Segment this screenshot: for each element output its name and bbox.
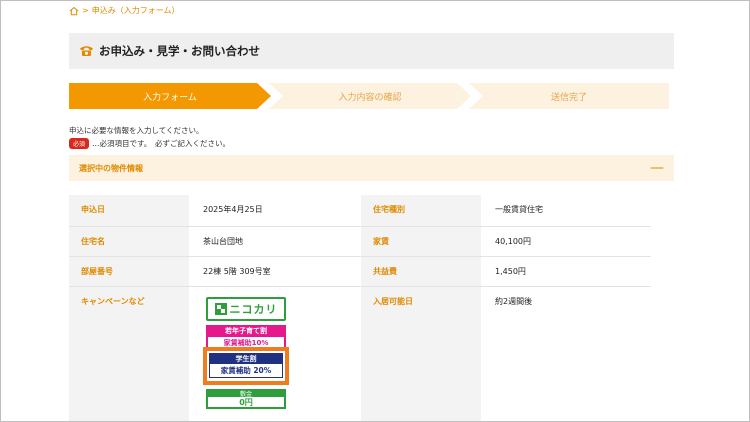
step-label: 入力フォーム — [143, 92, 197, 103]
breadcrumb: > 申込み（入力フォーム） — [69, 5, 179, 16]
step-complete: 送信完了 — [469, 83, 669, 109]
required-note-text: …必須項目です。 必ずご記入ください。 — [92, 139, 231, 148]
row-value: 40,100円 — [495, 237, 531, 246]
required-badge: 必須 — [69, 138, 90, 149]
row-label: 家賃 — [361, 227, 481, 256]
row-label: 入居可能日 — [361, 287, 481, 421]
step-input-form: 入力フォーム — [69, 83, 271, 109]
campaign-banners: ニコカリ 若年子育て割 家賃補助10% 学生割 家賃補助 20% 敷金 0円 — [203, 297, 289, 409]
nicokari-mark-icon — [214, 303, 227, 315]
deposit-banner-value: 0円 — [206, 397, 286, 409]
nicokari-logo: ニコカリ — [206, 297, 286, 321]
table-row: キャンペーンなど 入居可能日 約2週間後 ニコカリ 若年子育て割 家賃補助10%… — [69, 287, 651, 421]
row-value: 1,450円 — [495, 267, 526, 276]
progress-steps: 入力フォーム 入力内容の確認 送信完了 — [69, 83, 674, 109]
row-value: 一般賃貸住宅 — [495, 205, 543, 214]
step-confirm: 入力内容の確認 — [269, 83, 471, 109]
required-note: 必須 …必須項目です。 必ずご記入ください。 — [69, 138, 230, 149]
property-section-header[interactable]: 選択中の物件情報 — — [69, 155, 674, 181]
table-row: 住宅名 茶山台団地 家賃 40,100円 — [69, 227, 651, 257]
page-frame: > 申込み（入力フォーム） お申込み・見学・お問い合わせ 入力フォーム 入力内容… — [0, 0, 750, 422]
page-title-bar: お申込み・見学・お問い合わせ — [69, 33, 674, 69]
young-family-banner: 若年子育て割 — [206, 325, 286, 337]
collapse-icon[interactable]: — — [650, 161, 664, 175]
page-title: お申込み・見学・お問い合わせ — [99, 44, 260, 58]
student-discount-value: 家賃補助 20% — [209, 364, 283, 378]
row-value: 約2週間後 — [495, 297, 533, 306]
phone-icon — [80, 46, 93, 56]
breadcrumb-separator: > — [82, 6, 89, 15]
row-value: 22棟 5階 309号室 — [203, 267, 271, 276]
row-label: キャンペーンなど — [69, 287, 189, 421]
nicokari-logo-text: ニコカリ — [229, 303, 278, 316]
section-title: 選択中の物件情報 — [79, 163, 143, 173]
student-discount-highlight: 学生割 家賃補助 20% — [203, 347, 289, 385]
row-label: 共益費 — [361, 257, 481, 286]
home-icon[interactable] — [69, 6, 79, 16]
table-row: 部屋番号 22棟 5階 309号室 共益費 1,450円 — [69, 257, 651, 287]
row-label: 申込日 — [69, 195, 189, 226]
instruction-text: 申込に必要な情報を入力してください。 — [69, 126, 204, 135]
row-label: 部屋番号 — [69, 257, 189, 286]
step-label: 入力内容の確認 — [338, 92, 402, 103]
row-value: 茶山台団地 — [203, 237, 243, 246]
breadcrumb-current: 申込み（入力フォーム） — [91, 6, 180, 15]
row-label: 住宅名 — [69, 227, 189, 256]
step-label: 送信完了 — [550, 92, 587, 103]
student-discount-title: 学生割 — [209, 353, 283, 364]
table-row: 申込日 2025年4月25日 住宅種別 一般賃貸住宅 — [69, 195, 651, 227]
row-value: 2025年4月25日 — [203, 205, 263, 214]
row-label: 住宅種別 — [361, 195, 481, 226]
